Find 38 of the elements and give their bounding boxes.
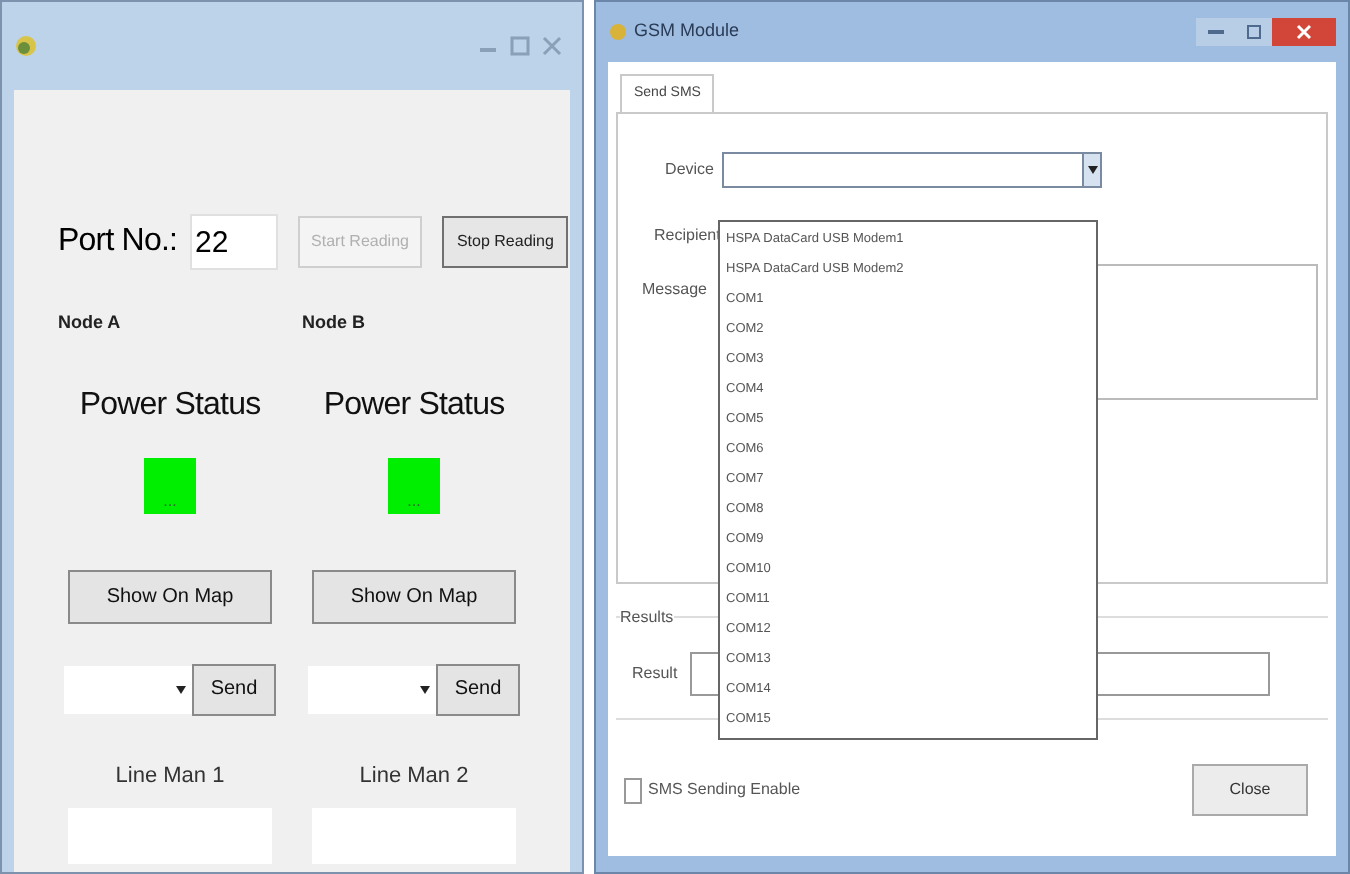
send-combobox[interactable] (64, 665, 192, 713)
power-indicator: ... (144, 457, 196, 513)
minimize-button[interactable] (1196, 18, 1236, 46)
stop-reading-button[interactable]: Stop Reading (442, 216, 568, 268)
dropdown-arrow-icon (176, 685, 186, 693)
power-status-label: Power Status (323, 385, 505, 425)
send-combobox[interactable] (308, 665, 436, 713)
dropdown-arrow-icon (1087, 166, 1097, 174)
message-label: Message (642, 278, 707, 302)
power-indicator: ... (388, 457, 440, 513)
maximize-icon[interactable] (510, 36, 530, 56)
power-status-label: Power Status (79, 385, 261, 425)
maximize-button[interactable] (1236, 18, 1272, 46)
port-input[interactable]: 22 (189, 214, 278, 270)
app-icon (14, 34, 38, 58)
line-man-label: Line Man 1 (115, 761, 225, 791)
minimize-icon (1208, 28, 1224, 36)
maximize-icon (1246, 24, 1262, 40)
device-label: Device (663, 158, 714, 182)
dropdown-arrow-icon (420, 685, 430, 693)
send-button[interactable]: Send (436, 663, 520, 715)
checkbox-label: SMS Sending Enable (648, 778, 801, 802)
close-button[interactable] (1272, 18, 1336, 46)
port-label: Port No.: (58, 222, 178, 262)
send-button[interactable]: Send (192, 663, 276, 715)
node-title: Node B (302, 310, 365, 336)
line-man-label: Line Man 2 (359, 761, 469, 791)
sms-checkbox[interactable] (624, 777, 642, 803)
result-label: Result (632, 662, 680, 686)
window-title: GSM Module (634, 18, 740, 45)
close-icon[interactable] (542, 36, 562, 56)
show-on-map-button[interactable]: Show On Map (68, 569, 272, 623)
app-icon (608, 22, 628, 42)
node-title: Node A (58, 310, 121, 336)
show-on-map-button[interactable]: Show On Map (312, 569, 516, 623)
device-combobox[interactable] (722, 152, 1102, 188)
close-icon (1296, 24, 1312, 40)
close-button[interactable]: Close (1192, 764, 1308, 816)
